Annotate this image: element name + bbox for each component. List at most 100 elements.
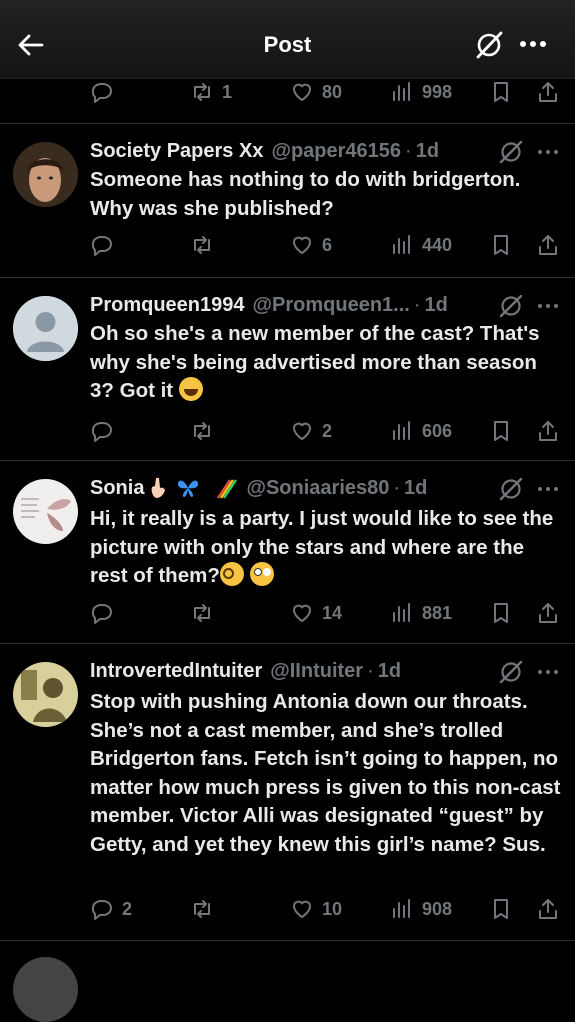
bookmark-button[interactable] [489, 416, 513, 446]
reply-post[interactable]: Sonia @Soniaaries80 · 1d Hi, it really i… [0, 460, 575, 644]
display-name[interactable]: IntrovertedIntuiter [90, 660, 262, 683]
bookmark-button[interactable] [489, 77, 513, 107]
share-icon [539, 421, 557, 441]
timestamp[interactable]: 1d [425, 294, 448, 317]
share-icon [539, 82, 557, 102]
more-icon[interactable] [537, 482, 559, 496]
heart-icon [293, 604, 311, 622]
repost-count: 1 [222, 81, 233, 102]
views-button[interactable]: 908 [390, 894, 452, 924]
repost-icon [194, 236, 210, 254]
views-count: 908 [422, 898, 453, 919]
share-button[interactable] [536, 598, 560, 628]
separator-dot: · [413, 293, 421, 316]
like-button[interactable]: 2 [290, 416, 332, 446]
views-count: 998 [422, 81, 453, 102]
share-button[interactable] [536, 894, 560, 924]
avatar[interactable] [13, 142, 78, 207]
next-reply-post[interactable] [0, 940, 575, 1022]
post-actions: 2 606 [0, 416, 575, 446]
display-name[interactable]: Sonia [90, 477, 144, 500]
handle[interactable]: @Soniaaries80 [246, 477, 389, 500]
reply-post[interactable]: Society Papers Xx @paper46156 · 1d Someo… [0, 123, 575, 278]
like-count: 6 [322, 234, 333, 255]
grok-icon[interactable] [498, 293, 524, 319]
bookmark-button[interactable] [489, 598, 513, 628]
timestamp[interactable]: 1d [378, 660, 401, 683]
separator-dot: · [405, 139, 412, 162]
reply-icon [91, 422, 112, 442]
post-actions: 14 881 [0, 598, 575, 628]
like-button[interactable]: 10 [290, 894, 342, 924]
bookmark-icon [494, 235, 508, 255]
avatar[interactable] [13, 479, 78, 544]
reply-post[interactable]: Promqueen1994 @Promqueen1... · 1d Oh so … [0, 277, 575, 461]
handle[interactable]: @paper46156 [271, 140, 401, 163]
reply-button[interactable] [90, 416, 122, 446]
rainbow-emoji-icon [217, 479, 238, 499]
reply-post[interactable]: IntrovertedIntuiter @IIntuiter · 1d Stop… [0, 643, 575, 941]
grok-icon[interactable] [498, 659, 524, 685]
views-icon [393, 421, 410, 440]
repost-icon [194, 604, 210, 622]
views-count: 440 [422, 234, 453, 255]
views-icon [393, 82, 410, 101]
views-button[interactable]: 606 [390, 416, 452, 446]
post-actions: 2 10 908 [0, 894, 575, 924]
views-button[interactable]: 998 [390, 77, 452, 107]
like-button[interactable]: 80 [290, 77, 342, 107]
more-icon[interactable] [537, 665, 559, 679]
views-button[interactable]: 440 [390, 230, 452, 260]
views-icon [393, 899, 410, 918]
share-icon [539, 603, 557, 623]
grok-icon[interactable] [474, 30, 504, 60]
reply-button[interactable] [90, 77, 122, 107]
hand-emoji-icon [152, 478, 166, 498]
like-count: 2 [322, 420, 333, 441]
post-text-content: Hi, it really is a party. I just would l… [90, 507, 554, 587]
timestamp[interactable]: 1d [416, 140, 439, 163]
bookmark-icon [494, 603, 508, 623]
butterfly-emoji-icon [178, 480, 199, 497]
timestamp[interactable]: 1d [404, 477, 427, 500]
bookmark-button[interactable] [489, 230, 513, 260]
repost-button[interactable] [190, 598, 222, 628]
display-name[interactable]: Society Papers Xx [90, 140, 263, 163]
views-button[interactable]: 881 [390, 598, 452, 628]
reply-button[interactable] [90, 598, 122, 628]
handle[interactable]: @Promqueen1... [253, 294, 410, 317]
reply-icon [91, 604, 112, 624]
like-button[interactable]: 14 [290, 598, 342, 628]
display-name[interactable]: Promqueen1994 [90, 294, 245, 317]
more-icon[interactable] [518, 34, 548, 54]
share-button[interactable] [536, 416, 560, 446]
handle[interactable]: @IIntuiter [270, 660, 363, 683]
avatar[interactable] [13, 296, 78, 361]
post-text: Someone has nothing to do with bridgerto… [90, 168, 521, 220]
repost-button[interactable] [190, 894, 222, 924]
avatar[interactable] [13, 957, 78, 1022]
avatar[interactable] [13, 662, 78, 727]
eye-roll-emoji-icon [249, 562, 274, 586]
repost-button[interactable] [190, 230, 222, 260]
share-button[interactable] [536, 77, 560, 107]
bookmark-button[interactable] [489, 894, 513, 924]
reply-button[interactable] [90, 230, 122, 260]
views-count: 606 [422, 420, 453, 441]
reply-button[interactable]: 2 [90, 894, 132, 924]
grok-icon[interactable] [498, 476, 524, 502]
post-text: Hi, it really is a party. I just would l… [90, 505, 565, 591]
more-icon[interactable] [537, 145, 559, 159]
like-button[interactable]: 6 [290, 230, 332, 260]
heart-icon [293, 900, 311, 918]
share-button[interactable] [536, 230, 560, 260]
repost-button[interactable] [190, 416, 222, 446]
top-bar: Post [0, 0, 575, 79]
laughing-emoji-icon [178, 377, 203, 401]
post-actions: 6 440 [0, 230, 575, 260]
more-icon[interactable] [537, 299, 559, 313]
repost-icon [194, 900, 210, 918]
repost-icon [194, 422, 210, 440]
repost-button[interactable]: 1 [190, 77, 232, 107]
grok-icon[interactable] [498, 139, 524, 165]
